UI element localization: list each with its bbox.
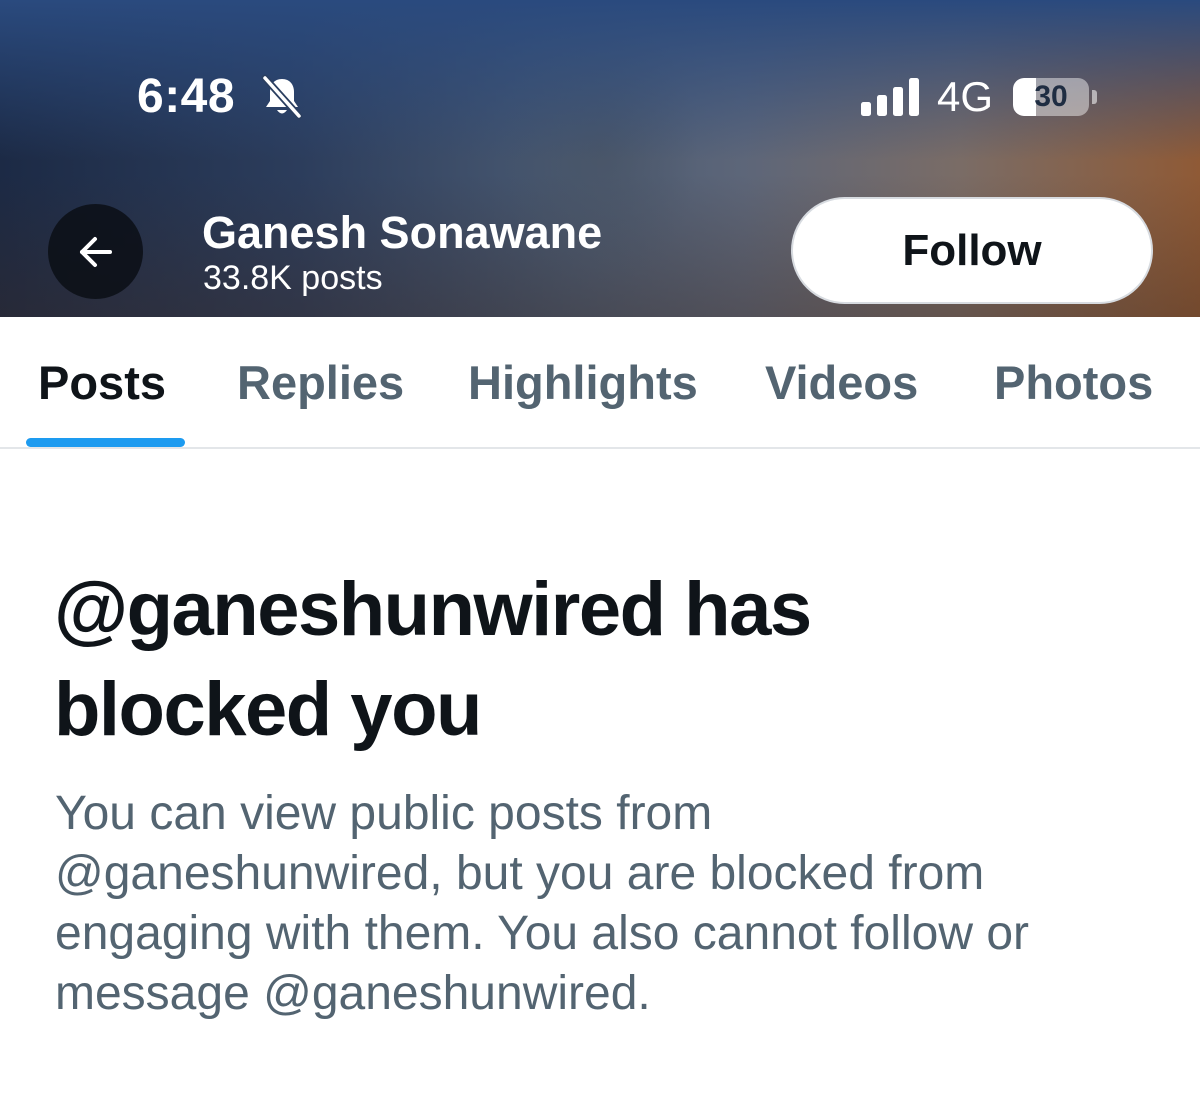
profile-tabs: Posts Replies Highlights Videos Photos xyxy=(0,317,1200,449)
blocked-title-line: blocked you xyxy=(54,667,482,752)
blocked-description-line: message @ganeshunwired. xyxy=(55,967,651,1020)
tab-posts[interactable]: Posts xyxy=(38,351,166,415)
back-button[interactable] xyxy=(48,204,143,299)
bell-slash-icon xyxy=(261,74,303,120)
blocked-title-line: @ganeshunwired has xyxy=(54,567,812,652)
tab-replies[interactable]: Replies xyxy=(237,351,404,415)
battery-level: 30 xyxy=(1034,80,1068,113)
blocked-description: You can view public posts from @ganeshun… xyxy=(55,784,1155,1024)
blocked-description-line: @ganeshunwired, but you are blocked from xyxy=(55,847,985,900)
tab-highlights[interactable]: Highlights xyxy=(468,351,698,415)
blocked-description-line: You can view public posts from xyxy=(55,787,713,840)
status-time: 6:48 xyxy=(137,70,236,123)
blocked-title: @ganeshunwired has blocked you xyxy=(54,560,1154,760)
profile-name: Ganesh Sonawane xyxy=(202,207,603,258)
tab-photos[interactable]: Photos xyxy=(994,351,1153,415)
battery-cap xyxy=(1092,90,1097,104)
profile-screen: 6:48 4G 30 Ganesh Sonawane 33.8K posts F… xyxy=(0,0,1200,1119)
battery-icon: 30 xyxy=(1013,78,1089,116)
network-type: 4G xyxy=(937,73,994,120)
follow-button[interactable]: Follow xyxy=(791,197,1153,304)
arrow-left-icon xyxy=(79,236,112,267)
profile-banner: 6:48 4G 30 Ganesh Sonawane 33.8K posts F… xyxy=(0,0,1200,317)
active-tab-indicator xyxy=(26,438,185,447)
post-count: 33.8K posts xyxy=(203,259,383,297)
blocked-description-line: engaging with them. You also cannot foll… xyxy=(55,907,1029,960)
tab-videos[interactable]: Videos xyxy=(765,351,918,415)
signal-bars-icon xyxy=(861,78,919,116)
